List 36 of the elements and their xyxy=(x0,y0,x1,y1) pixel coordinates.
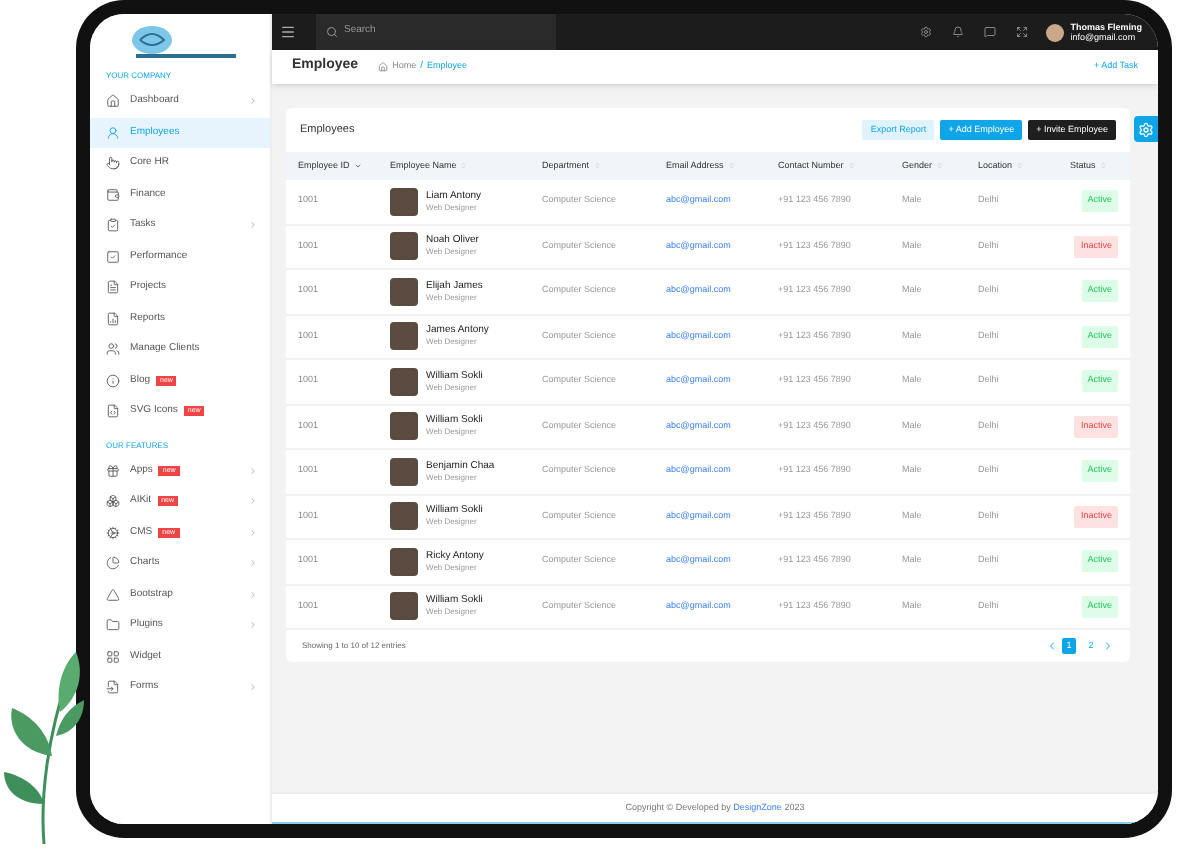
checkbox-icon xyxy=(106,249,120,264)
photo-placeholder xyxy=(390,322,418,351)
pointer-icon xyxy=(106,156,120,171)
settings-tab[interactable] xyxy=(1134,116,1158,142)
photo-placeholder xyxy=(390,412,418,441)
photo-placeholder xyxy=(390,367,418,396)
document-icon xyxy=(106,280,120,295)
photo-placeholder xyxy=(390,457,418,486)
bell-icon[interactable] xyxy=(952,26,965,38)
report-icon xyxy=(106,311,120,326)
house-icon xyxy=(378,62,389,72)
photo-placeholder xyxy=(390,592,418,621)
file-icon xyxy=(106,404,120,419)
photo-placeholder xyxy=(390,187,418,216)
search-icon xyxy=(326,26,338,38)
folder-icon xyxy=(106,618,120,633)
wallet-icon xyxy=(106,187,120,202)
info-icon xyxy=(106,373,120,388)
boxes-icon xyxy=(106,494,120,509)
clipboard-icon xyxy=(106,218,120,233)
menu-icon[interactable] xyxy=(280,24,296,40)
message-icon[interactable] xyxy=(984,26,997,38)
grid-icon xyxy=(106,649,120,664)
triangle-icon xyxy=(106,587,120,602)
user-icon xyxy=(106,125,120,140)
house-icon xyxy=(106,94,120,109)
settings-icon[interactable] xyxy=(920,26,933,38)
photo-placeholder xyxy=(390,232,418,261)
file-icon xyxy=(106,680,120,695)
users-icon xyxy=(106,342,120,357)
pie-chart-icon xyxy=(106,556,120,571)
avatar[interactable] xyxy=(1046,23,1065,41)
photo-placeholder xyxy=(390,547,418,576)
photo-placeholder xyxy=(390,502,418,531)
photo-placeholder xyxy=(390,277,418,306)
settings-icon xyxy=(1138,121,1154,137)
